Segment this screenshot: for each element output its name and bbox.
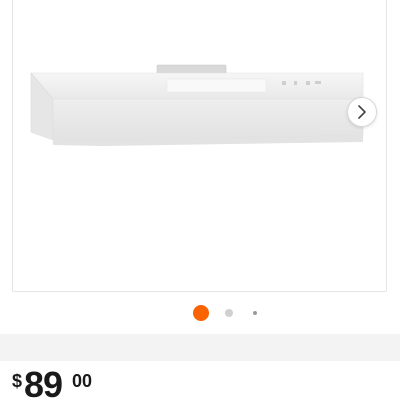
range-hood-image [30, 64, 364, 146]
product-image-frame[interactable] [12, 0, 387, 292]
price-cents: 00 [72, 371, 93, 391]
gallery-dot-1[interactable] [193, 305, 209, 321]
gallery-dot-3[interactable] [253, 311, 257, 315]
price-currency: $ [12, 371, 23, 391]
section-divider [0, 334, 400, 361]
gallery-pagination [0, 304, 400, 322]
product-page: $ 89 00 [0, 0, 400, 400]
chevron-right-icon [358, 105, 366, 119]
next-image-button[interactable] [347, 97, 377, 127]
price-dollars: 89 [24, 364, 63, 400]
gallery-dot-2[interactable] [225, 309, 233, 317]
